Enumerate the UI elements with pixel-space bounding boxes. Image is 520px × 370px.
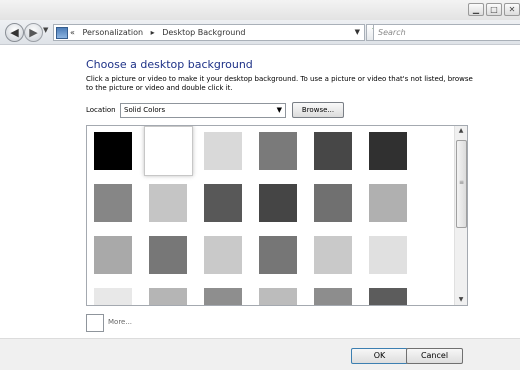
recent-pages-dropdown[interactable]: ▼ [43,26,48,34]
ok-button[interactable]: OK [351,348,408,364]
color-swatch[interactable] [94,132,132,170]
color-swatch[interactable] [149,288,187,305]
scroll-up-icon[interactable]: ▲ [455,126,467,136]
color-swatch[interactable] [314,184,352,222]
color-swatch[interactable] [204,132,242,170]
color-swatch[interactable] [94,288,132,305]
color-swatch[interactable] [259,288,297,305]
maximize-button[interactable]: □ [486,3,502,16]
window-controls: ▁ □ ✕ [468,3,520,16]
address-bar[interactable]: « Personalization ▸ Desktop Background ▼ [53,24,365,41]
color-swatch[interactable] [369,132,407,170]
color-swatch[interactable] [94,236,132,274]
color-swatch[interactable] [204,184,242,222]
title-bar: ▁ □ ✕ [0,0,520,20]
control-panel-icon [56,27,68,39]
color-swatch-grid: ▲ ≡ ▼ [86,125,468,306]
breadcrumb-personalization[interactable]: Personalization [82,28,143,37]
breadcrumb-desktop-background[interactable]: Desktop Background [162,28,245,37]
back-button[interactable]: ◀ [5,23,24,42]
color-swatch[interactable] [369,236,407,274]
color-swatch[interactable] [314,132,352,170]
forward-button[interactable]: ▶ [24,23,43,42]
color-swatch[interactable] [204,288,242,305]
page-title: Choose a desktop background [86,58,253,71]
color-swatch[interactable] [94,184,132,222]
color-swatch[interactable] [369,184,407,222]
color-swatch[interactable] [259,184,297,222]
page-description: Click a picture or video to make it your… [86,75,473,92]
color-swatch[interactable] [259,236,297,274]
address-dropdown-icon[interactable]: ▼ [355,25,360,40]
search-input[interactable]: Search ⚲ [373,24,520,41]
scrollbar-thumb[interactable]: ≡ [456,140,467,228]
color-swatch[interactable] [369,288,407,305]
scroll-down-icon[interactable]: ▼ [455,295,467,305]
color-swatch[interactable] [149,184,187,222]
color-swatch[interactable] [314,236,352,274]
minimize-button[interactable]: ▁ [468,3,484,16]
color-swatch[interactable] [149,236,187,274]
breadcrumb: « Personalization ▸ Desktop Background [70,25,250,40]
cancel-button[interactable]: Cancel [406,348,463,364]
breadcrumb-overflow[interactable]: « [70,28,75,37]
breadcrumb-separator-icon[interactable]: ▸ [151,28,155,37]
color-swatch[interactable] [204,236,242,274]
close-button[interactable]: ✕ [504,3,520,16]
more-colors-link[interactable]: More... [108,318,132,326]
more-colors-swatch[interactable] [86,314,104,332]
search-icon[interactable]: ⚲ [515,26,520,41]
color-swatch[interactable] [259,132,297,170]
browse-button[interactable]: Browse... [292,102,344,118]
navigation-bar: ◀ ▶ ▼ « Personalization ▸ Desktop Backgr… [0,20,520,45]
chevron-down-icon: ▼ [276,106,282,114]
location-select-value: Solid Colors [124,106,166,114]
desktop-background-window: ▁ □ ✕ ◀ ▶ ▼ « Personalization ▸ Desktop … [0,0,520,370]
dialog-footer: OK Cancel [0,338,520,370]
color-swatch[interactable] [314,288,352,305]
grip-icon: ≡ [459,179,465,186]
color-swatch[interactable] [144,126,193,176]
location-select[interactable]: Solid Colors ▼ [120,103,286,118]
location-label: Location [86,106,116,114]
vertical-scrollbar[interactable]: ▲ ≡ ▼ [454,126,467,305]
search-placeholder: Search [378,28,406,37]
